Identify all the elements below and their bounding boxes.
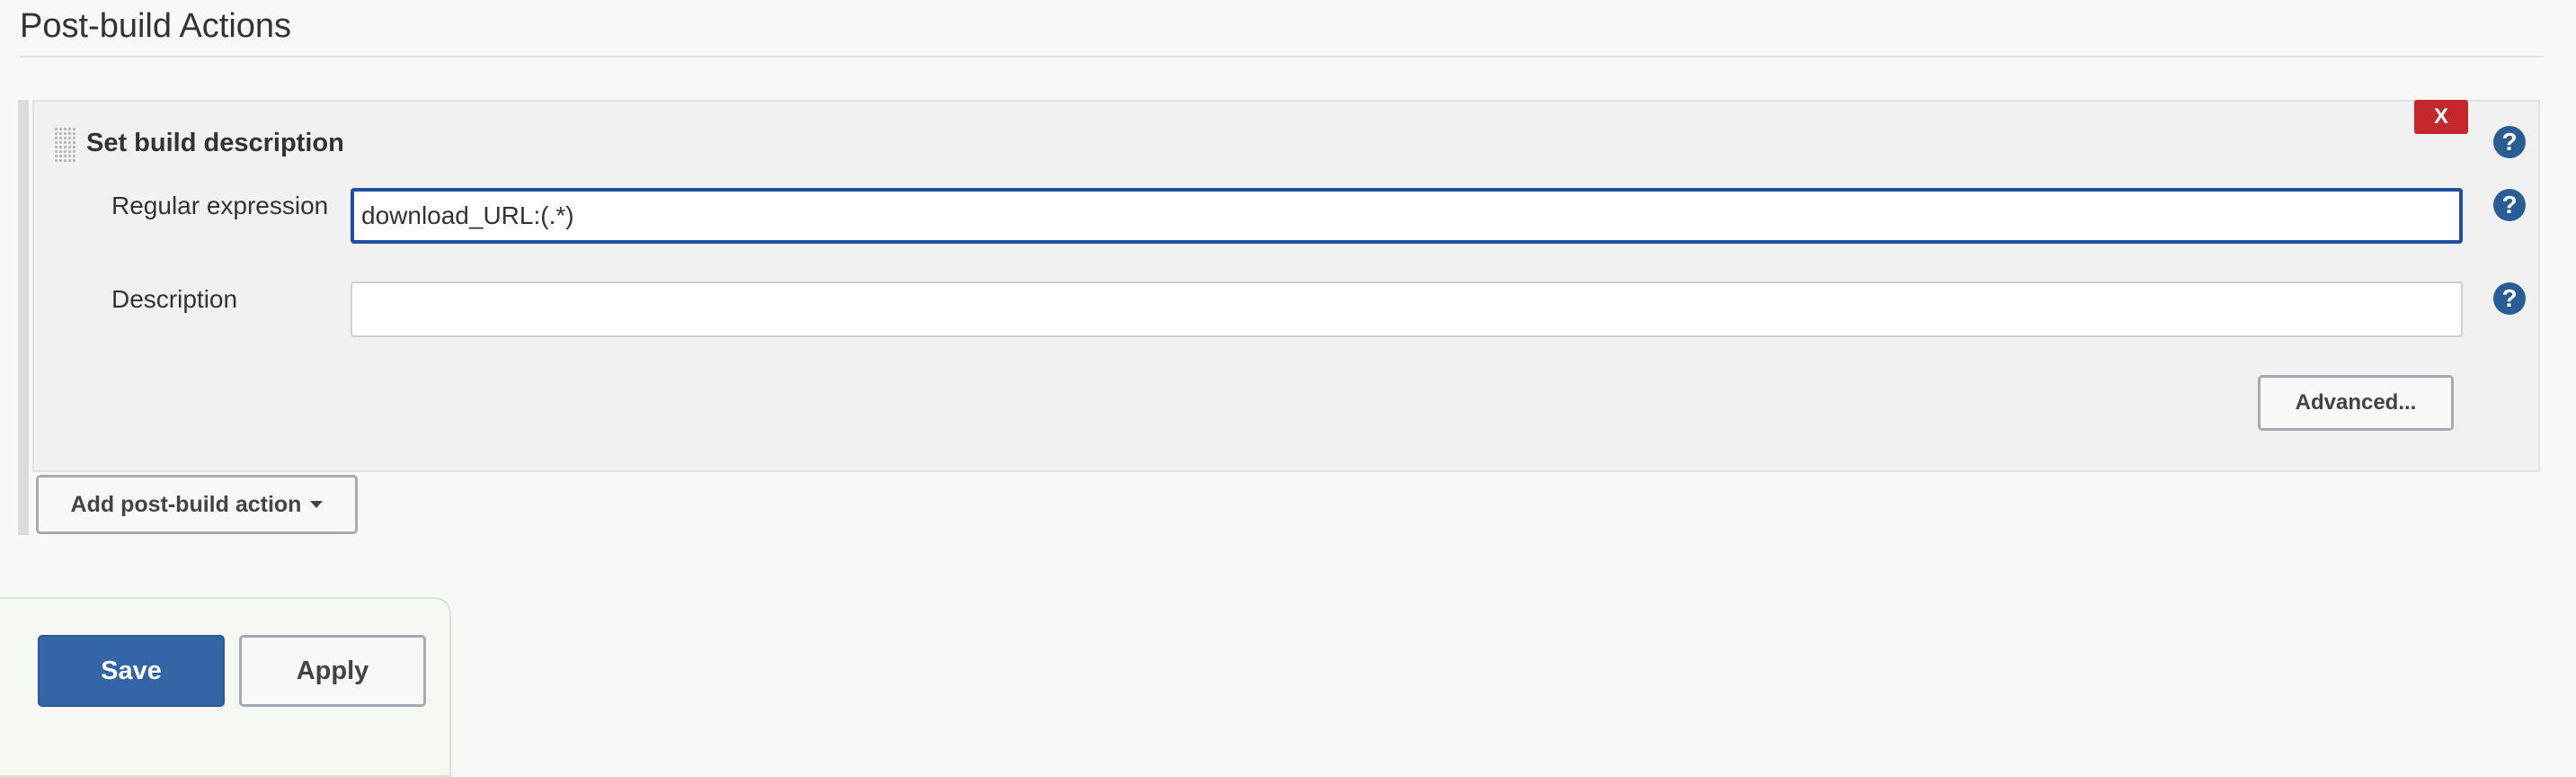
- delete-step-button[interactable]: X: [2414, 100, 2468, 134]
- help-glyph: ?: [2501, 284, 2518, 312]
- regex-help-icon[interactable]: ?: [2493, 189, 2526, 221]
- apply-button[interactable]: Apply: [239, 635, 426, 707]
- add-post-build-action-label: Add post-build action: [70, 491, 302, 517]
- save-button[interactable]: Save: [38, 635, 225, 707]
- drag-handle-icon[interactable]: [54, 127, 76, 163]
- help-glyph: ?: [2501, 191, 2518, 219]
- add-post-build-action-button[interactable]: Add post-build action: [36, 475, 358, 534]
- section-title: Post-build Actions: [20, 7, 292, 45]
- description-help-icon[interactable]: ?: [2493, 282, 2526, 315]
- build-step-panel: Set build description X Regular expressi…: [32, 100, 2540, 472]
- regex-input[interactable]: [351, 188, 2463, 244]
- build-step-title: Set build description: [86, 129, 344, 157]
- regex-label: Regular expression: [111, 192, 329, 219]
- help-glyph: ?: [2501, 128, 2518, 156]
- caret-down-icon: [310, 501, 324, 508]
- description-input[interactable]: [351, 281, 2463, 337]
- advanced-button[interactable]: Advanced...: [2258, 375, 2454, 431]
- repeated-chunk-rail: [18, 100, 29, 535]
- section-divider: [20, 56, 2544, 58]
- description-label: Description: [111, 285, 238, 313]
- help-icon[interactable]: ?: [2493, 126, 2526, 158]
